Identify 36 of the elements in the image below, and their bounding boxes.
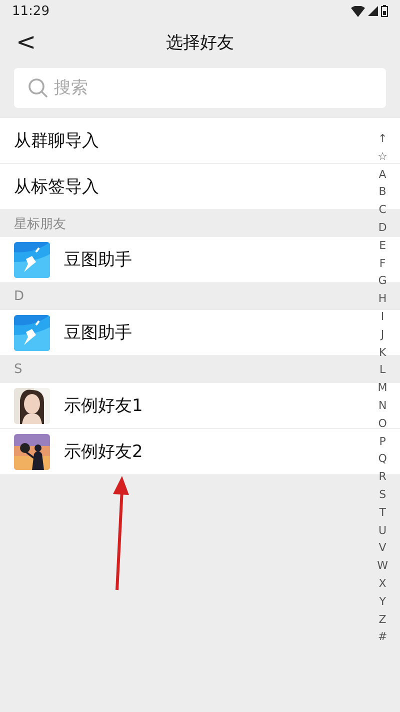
- index-letter[interactable]: #: [374, 628, 392, 646]
- index-letter[interactable]: F: [375, 254, 390, 272]
- index-letter[interactable]: P: [375, 432, 390, 450]
- index-letter[interactable]: I: [376, 308, 388, 326]
- index-letter[interactable]: H: [374, 290, 391, 308]
- index-letter[interactable]: Y: [375, 592, 390, 611]
- app-icon: [14, 314, 50, 350]
- index-letter[interactable]: ☆: [374, 148, 392, 166]
- index-letter[interactable]: B: [374, 183, 390, 202]
- index-letter[interactable]: S: [375, 486, 390, 504]
- index-letter[interactable]: X: [374, 574, 390, 593]
- signal-icon: [368, 6, 378, 16]
- index-letter[interactable]: L: [375, 361, 390, 380]
- index-letter[interactable]: V: [374, 539, 390, 558]
- battery-icon: [381, 5, 388, 17]
- wifi-icon: [351, 6, 365, 16]
- index-letter[interactable]: J: [376, 326, 388, 344]
- index-letter[interactable]: T: [375, 504, 390, 522]
- section-header: S: [14, 362, 22, 377]
- back-button[interactable]: <: [12, 28, 40, 56]
- index-letter[interactable]: Q: [374, 450, 391, 468]
- search-icon: [28, 78, 48, 98]
- app-icon: [14, 242, 50, 278]
- status-time: 11:29: [12, 4, 50, 18]
- section-header: D: [14, 289, 24, 304]
- index-letter[interactable]: N: [374, 396, 391, 415]
- index-letter[interactable]: E: [375, 236, 390, 255]
- index-letter[interactable]: ↑: [374, 130, 392, 148]
- index-letter[interactable]: Z: [374, 610, 390, 628]
- search-field[interactable]: 搜索: [14, 68, 386, 108]
- index-letter[interactable]: W: [373, 557, 392, 575]
- index-letter[interactable]: D: [374, 218, 391, 237]
- index-letter[interactable]: A: [374, 166, 390, 184]
- section-header: 星标朋友: [14, 216, 66, 232]
- page-title: 选择好友: [166, 32, 234, 54]
- index-letter[interactable]: U: [374, 522, 391, 540]
